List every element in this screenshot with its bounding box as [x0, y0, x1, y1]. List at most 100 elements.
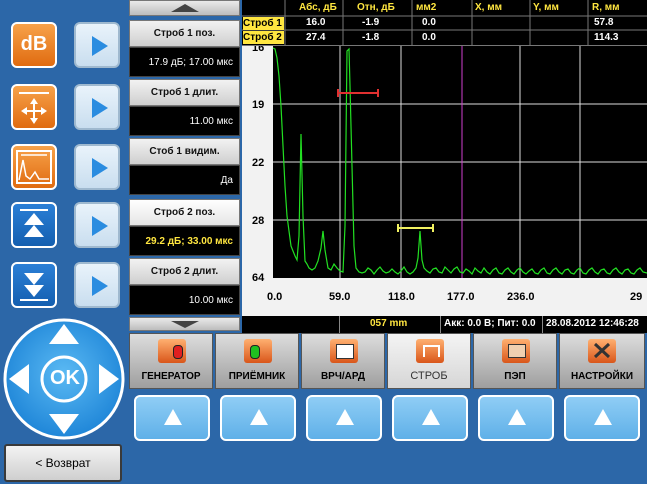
menu-scroll-up[interactable] — [129, 0, 240, 16]
ok-button[interactable]: OK — [42, 367, 88, 390]
move-icon — [19, 92, 49, 124]
ascan-chart[interactable]: 16 19 22 28 64 0.0 59.0 118.0 177.0 236.… — [242, 46, 647, 316]
y-tick-label: 28 — [252, 215, 264, 227]
col-header-abs: Абс, дБ — [299, 2, 337, 13]
col-header-mm2: мм2 — [416, 2, 437, 13]
tab-label: НАСТРОЙКИ — [570, 371, 634, 382]
receiver-icon — [244, 339, 272, 363]
arrow-up-icon — [336, 409, 354, 425]
tab-label: ПЭП — [504, 371, 526, 382]
menu-item-gate1-len[interactable]: Строб 1 длит. — [129, 79, 240, 106]
menu-value-gate2-len: 10.00 мкс — [129, 285, 240, 315]
tab-gate[interactable]: СТРОБ — [387, 333, 471, 389]
arrow-up-icon — [594, 409, 612, 425]
arrow-up-icon — [250, 409, 268, 425]
col-header-r: R, мм — [592, 2, 620, 13]
menu-item-label: Строб 2 поз. — [153, 207, 216, 218]
chevron-up-icon — [171, 4, 199, 12]
table-cell: 114.3 — [594, 32, 619, 43]
col-header-x: X, мм — [475, 2, 503, 13]
menu-value-gate1-len: 11.00 мкс — [129, 106, 240, 136]
x-tick-label: 118.0 — [388, 291, 415, 303]
col-header-y: Y, мм — [533, 2, 559, 13]
table-cell: -1.9 — [362, 17, 380, 28]
up-button-2[interactable] — [220, 395, 296, 441]
x-tick-label: 177.0 — [447, 291, 475, 303]
menu-item-label: Строб 1 длит. — [150, 87, 219, 98]
play-button-1[interactable] — [74, 22, 120, 68]
menu-value-gate1-pos: 17.9 дБ; 17.00 мкс — [129, 47, 240, 77]
up-button-4[interactable] — [392, 395, 468, 441]
play-icon — [92, 98, 108, 118]
tab-generator[interactable]: ГЕНЕРАТОР — [129, 333, 213, 389]
arrow-up-icon — [508, 409, 526, 425]
x-tick-label: 59.0 — [329, 291, 350, 303]
step-up-button[interactable] — [11, 202, 57, 248]
menu-value-gate1-visible: Да — [129, 165, 240, 195]
arrow-up-icon — [422, 409, 440, 425]
double-down-icon — [20, 273, 48, 301]
up-button-5[interactable] — [478, 395, 554, 441]
menu-item-gate2-pos[interactable]: Строб 2 поз. — [129, 199, 240, 226]
menu-item-label: Стоб 1 видим. — [149, 146, 220, 157]
menu-value-gate2-pos: 29.2 дБ; 33.00 мкс — [129, 226, 240, 256]
y-tick-label: 19 — [252, 99, 264, 111]
menu-item-gate1-pos[interactable]: Строб 1 поз. — [129, 20, 240, 47]
step-down-button[interactable] — [11, 262, 57, 308]
menu-item-gate1-visible[interactable]: Стоб 1 видим. — [129, 138, 240, 165]
col-header-otn: Отн, дБ — [357, 2, 395, 13]
table-cell: 0.0 — [422, 32, 436, 43]
up-button-3[interactable] — [306, 395, 382, 441]
y-tick-label: 22 — [252, 157, 264, 169]
settings-icon — [588, 339, 616, 363]
zoom-button[interactable] — [11, 144, 57, 190]
measurement-table: Абс, дБ Отн, дБ мм2 X, мм Y, мм R, мм Ст… — [242, 0, 647, 46]
play-button-2[interactable] — [74, 84, 120, 130]
generator-icon — [158, 339, 186, 363]
vrch-icon — [330, 339, 358, 363]
play-button-4[interactable] — [74, 202, 120, 248]
y-tick-label: 16 — [252, 46, 264, 54]
menu-item-gate2-len[interactable]: Строб 2 длит. — [129, 258, 240, 285]
row-label-gate1: Строб 1 — [243, 17, 284, 30]
move-button[interactable] — [11, 84, 57, 130]
table-cell: -1.8 — [362, 32, 380, 43]
menu-item-label: Строб 1 поз. — [153, 28, 216, 39]
chevron-down-icon — [171, 321, 199, 328]
tab-receiver[interactable]: ПРИЁМНИК — [215, 333, 299, 389]
menu-item-label: Строб 2 длит. — [150, 266, 219, 277]
tab-label: ПРИЁМНИК — [228, 371, 286, 382]
zoom-waveform-icon — [16, 150, 52, 184]
row-label-gate2: Строб 2 — [243, 31, 284, 44]
play-icon — [92, 216, 108, 236]
tab-label: ГЕНЕРАТОР — [141, 371, 201, 382]
play-button-5[interactable] — [74, 262, 120, 308]
tab-label: ВРЧ/АРД — [320, 371, 366, 382]
tab-vrch[interactable]: ВРЧ/АРД — [301, 333, 385, 389]
tab-label: СТРОБ — [410, 370, 448, 382]
db-button[interactable]: dB — [11, 22, 57, 68]
play-icon — [92, 276, 108, 296]
arrow-up-icon — [164, 409, 182, 425]
probe-icon — [502, 339, 530, 363]
datetime: 28.08.2012 12:46:28 — [546, 318, 639, 329]
back-button[interactable]: < Возврат — [4, 444, 122, 482]
y-tick-label: 64 — [252, 272, 265, 284]
x-tick-label: 29 — [630, 291, 642, 303]
table-cell: 57.8 — [594, 17, 614, 28]
play-button-3[interactable] — [74, 144, 120, 190]
up-button-1[interactable] — [134, 395, 210, 441]
menu-scroll-down[interactable] — [129, 317, 240, 331]
up-button-6[interactable] — [564, 395, 640, 441]
x-tick-label: 236.0 — [507, 291, 535, 303]
distance-readout: 057 mm — [370, 318, 408, 329]
play-icon — [92, 36, 108, 56]
status-bar: 057 mm Акк: 0.0 В; Пит: 0.0 28.08.2012 1… — [242, 316, 647, 333]
tab-settings[interactable]: НАСТРОЙКИ — [559, 333, 645, 389]
double-up-icon — [20, 209, 48, 237]
table-cell: 16.0 — [306, 17, 326, 28]
tab-probe[interactable]: ПЭП — [473, 333, 557, 389]
play-icon — [92, 158, 108, 178]
gate-icon — [416, 339, 444, 363]
battery-status: Акк: 0.0 В; Пит: 0.0 — [444, 318, 536, 329]
